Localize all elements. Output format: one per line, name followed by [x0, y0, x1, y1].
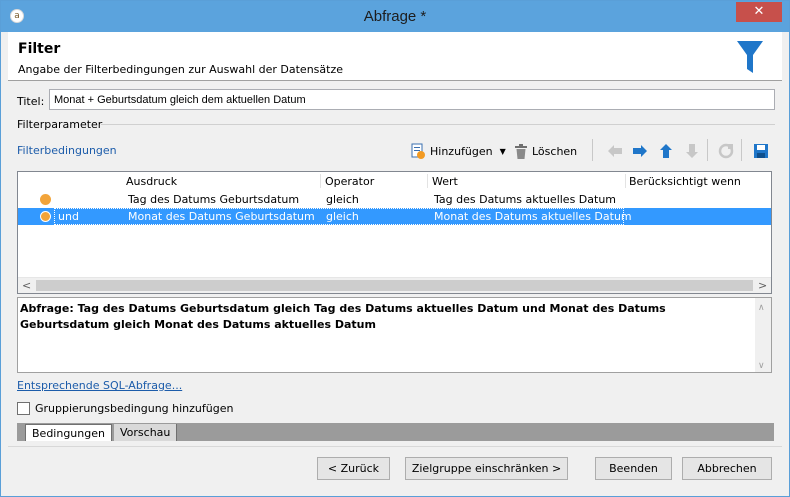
toolbar-separator [741, 139, 742, 161]
column-header-condition[interactable]: Berücksichtigt wenn [629, 175, 741, 188]
value-cell: Tag des Datums aktuelles Datum [434, 193, 617, 206]
operator-cell: gleich [326, 210, 359, 223]
funnel-icon [737, 41, 763, 73]
grouping-checkbox[interactable] [17, 402, 30, 415]
arrow-right-icon [633, 145, 647, 157]
grouping-checkbox-label: Gruppierungsbedingung hinzufügen [35, 402, 234, 415]
header-panel: Filter Angabe der Filterbedingungen zur … [8, 32, 782, 81]
operator-cell: gleich [326, 193, 359, 206]
condition-icon [40, 194, 51, 205]
linked-condition-icon [40, 211, 51, 222]
scroll-thumb[interactable] [36, 280, 753, 291]
delete-button[interactable]: Löschen [514, 141, 577, 161]
grid-header: Ausdruck Operator Wert Berücksichtigt we… [18, 172, 771, 190]
filter-toolbar: Filterbedingungen Hinzufügen ▼ Löschen [17, 136, 775, 166]
dialog-body: Filter Angabe der Filterbedingungen zur … [8, 32, 782, 491]
filter-conditions-title: Filterbedingungen [17, 144, 117, 157]
value-cell: Monat des Datums aktuelles Datum [434, 210, 632, 223]
scroll-left-icon[interactable]: < [22, 279, 31, 292]
title-label: Titel: [17, 95, 45, 108]
horizontal-scrollbar[interactable]: < > [18, 277, 771, 293]
connector-cell: und [58, 210, 79, 223]
cancel-button[interactable]: Abbrechen [682, 457, 772, 480]
vertical-scrollbar[interactable]: ∧ ∨ [755, 298, 771, 372]
scroll-up-icon[interactable]: ∧ [758, 300, 765, 316]
table-row[interactable]: und Monat des Datums Geburtsdatum gleich… [18, 208, 771, 225]
restrict-target-button[interactable]: Zielgruppe einschränken > [405, 457, 568, 480]
trash-icon [515, 143, 527, 159]
table-row[interactable]: Tag des Datums Geburtsdatum gleich Tag d… [18, 191, 771, 208]
footer-divider [8, 446, 782, 447]
grouping-checkbox-row[interactable]: Gruppierungsbedingung hinzufügen [17, 402, 233, 415]
move-left-button[interactable] [607, 141, 623, 161]
delete-button-label: Löschen [532, 144, 578, 158]
move-down-button[interactable] [685, 141, 699, 161]
finish-button[interactable]: Beenden [595, 457, 672, 480]
query-summary: Abfrage: Tag des Datums Geburtsdatum gle… [17, 297, 772, 373]
page-subtitle: Angabe der Filterbedingungen zur Auswahl… [18, 63, 343, 76]
close-button[interactable]: ✕ [736, 2, 782, 22]
page-title: Filter [18, 41, 61, 57]
column-divider [320, 174, 321, 188]
conditions-grid[interactable]: Ausdruck Operator Wert Berücksichtigt we… [17, 171, 772, 294]
toolbar-separator [592, 139, 593, 161]
tab-preview[interactable]: Vorschau [114, 424, 178, 441]
column-divider [625, 174, 626, 188]
query-summary-text: Abfrage: Tag des Datums Geburtsdatum gle… [20, 302, 666, 331]
scroll-right-icon[interactable]: > [758, 279, 767, 292]
filter-parameters-label: Filterparameter [17, 118, 103, 131]
expression-cell: Monat des Datums Geburtsdatum [128, 210, 315, 223]
column-header-expression[interactable]: Ausdruck [126, 175, 177, 188]
column-header-operator[interactable]: Operator [325, 175, 374, 188]
tab-bar: Bedingungen Vorschau [17, 423, 774, 441]
back-button[interactable]: < Zurück [317, 457, 390, 480]
expression-cell: Tag des Datums Geburtsdatum [128, 193, 300, 206]
toolbar-separator [707, 139, 708, 161]
window-title: Abfrage * [363, 8, 427, 25]
move-up-button[interactable] [659, 141, 673, 161]
arrow-down-icon [686, 144, 698, 158]
title-bar[interactable]: a Abfrage * ✕ [1, 1, 789, 32]
group-divider [101, 124, 775, 125]
arrow-up-icon [660, 144, 672, 158]
refresh-icon [718, 143, 734, 159]
move-right-button[interactable] [632, 141, 648, 161]
refresh-button[interactable] [718, 141, 734, 161]
add-condition-icon [411, 143, 425, 159]
save-button[interactable] [753, 141, 769, 161]
title-input[interactable] [49, 89, 775, 110]
query-window: a Abfrage * ✕ Filter Angabe der Filterbe… [0, 0, 790, 497]
column-divider [427, 174, 428, 188]
sql-query-link[interactable]: Entsprechende SQL-Abfrage... [17, 379, 182, 392]
add-button[interactable]: Hinzufügen ▼ [410, 141, 506, 161]
scroll-down-icon[interactable]: ∨ [758, 358, 765, 374]
chevron-down-icon[interactable]: ▼ [500, 147, 506, 156]
tab-conditions[interactable]: Bedingungen [25, 424, 112, 441]
save-icon [754, 144, 768, 158]
add-button-label: Hinzufügen [430, 144, 493, 158]
arrow-left-icon [608, 145, 622, 157]
column-header-value[interactable]: Wert [432, 175, 458, 188]
